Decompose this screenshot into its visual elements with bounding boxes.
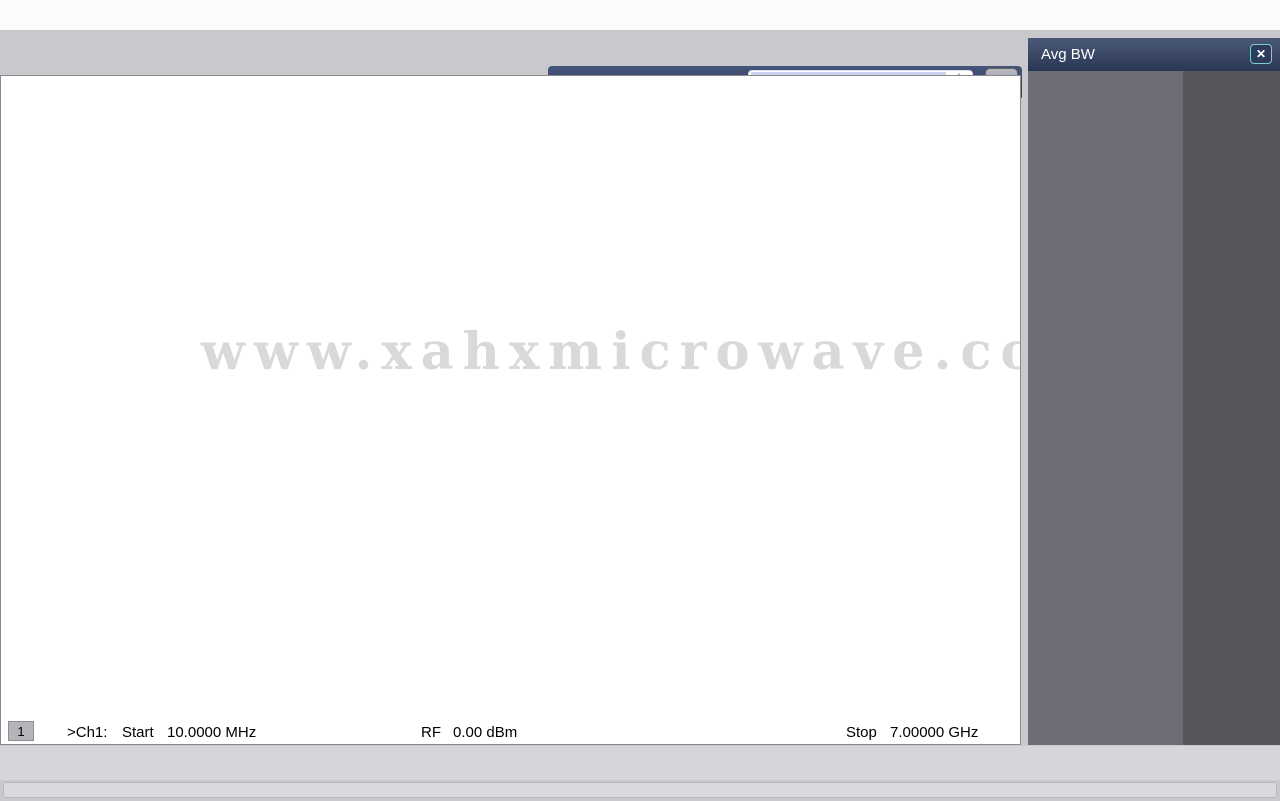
s22-legend-dash	[315, 732, 335, 735]
avg-bw-panel: Avg BW ✕	[1028, 38, 1280, 745]
channel-label: >Ch1:	[67, 724, 108, 741]
panel-tab-strip	[1183, 71, 1280, 745]
start-label: Start	[122, 724, 154, 741]
graticule-and-traces	[1, 76, 1020, 744]
bottom-message-strip	[3, 782, 1277, 798]
channel-badge[interactable]: 1	[8, 721, 34, 741]
stop-label: Stop	[846, 724, 877, 741]
plot-window: www.xahxmicrowave.com 1 >Ch1: Start 10.0…	[0, 75, 1021, 745]
panel-title-bar[interactable]: Avg BW ✕	[1028, 38, 1280, 71]
vna-application-window: IF BW 3 kHz www.xahxmicrowave.com 1 >Ch	[0, 0, 1280, 801]
s11-legend-dash	[263, 732, 283, 735]
menu-bar	[0, 0, 1280, 30]
stop-value: 7.00000 GHz	[890, 724, 979, 741]
start-value: 10.0000 MHz	[167, 724, 257, 741]
rf-label: RF	[421, 724, 441, 741]
s21-legend-dash	[289, 732, 309, 735]
panel-title: Avg BW	[1041, 46, 1095, 63]
rf-value: 0.00 dBm	[453, 724, 518, 741]
bottom-status-bar	[0, 746, 1280, 780]
close-icon[interactable]: ✕	[1250, 44, 1272, 64]
